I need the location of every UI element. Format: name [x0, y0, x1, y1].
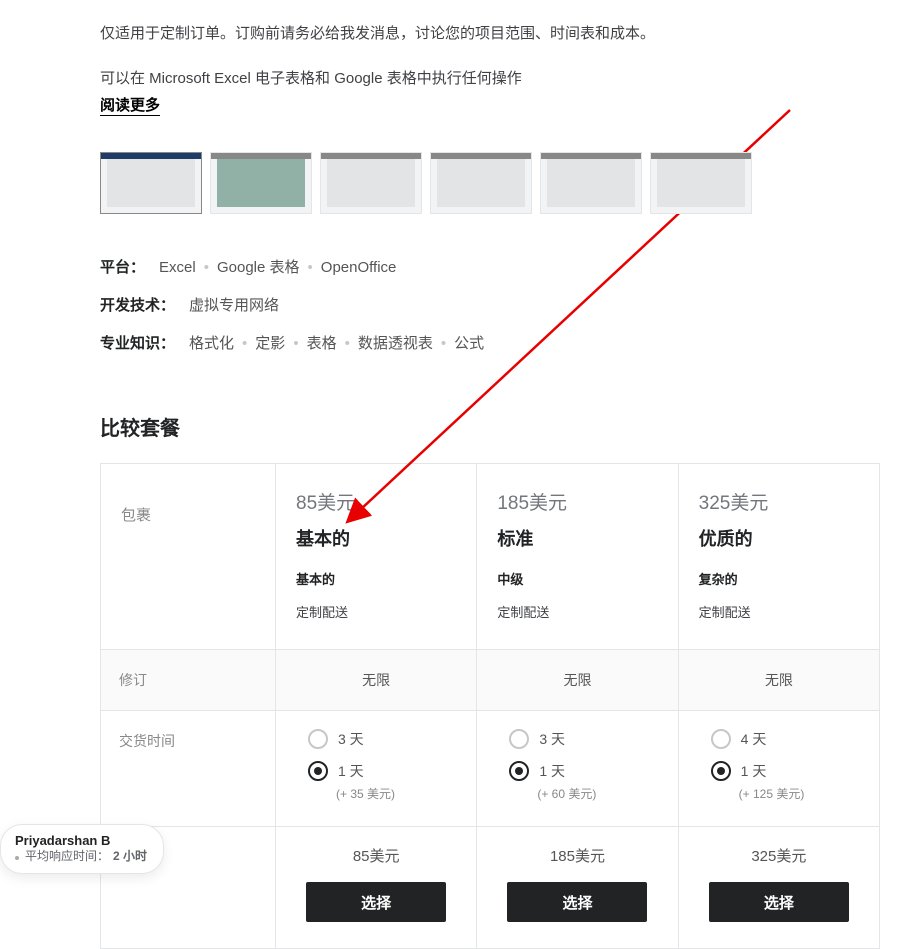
description-line-1: 仅适用于定制订单。订购前请务必给我发消息，讨论您的项目范围、时间表和成本。	[100, 20, 820, 47]
package-name: 标准	[497, 525, 657, 551]
delivery-option[interactable]: 4 天	[711, 729, 879, 749]
package-price: 325美元	[699, 488, 859, 515]
table-row-delivery: 交货时间 3 天 1 天 (+ 35 美元) 3 天 1 天 (+ 60 美元)…	[101, 711, 880, 827]
package-subtitle: 复杂的	[699, 569, 859, 588]
package-desc: 定制配送	[497, 602, 657, 621]
delivery-extra: (+ 35 美元)	[336, 785, 476, 802]
package-price: 185美元	[497, 488, 657, 515]
radio-icon	[711, 761, 731, 781]
table-footer-row: 85美元 选择 185美元 选择 325美元 选择	[101, 827, 880, 949]
select-button[interactable]: 选择	[306, 882, 446, 922]
delivery-extra: (+ 60 美元)	[537, 785, 677, 802]
footer-price: 85美元	[286, 845, 466, 866]
select-button[interactable]: 选择	[507, 882, 647, 922]
thumbnail-4[interactable]	[430, 152, 532, 214]
package-name: 优质的	[699, 525, 859, 551]
chip-sub-value: 2 小时	[113, 849, 147, 865]
seller-chip[interactable]: Priyadarshan B 平均响应时间： 2 小时	[0, 824, 164, 874]
delivery-option-label: 3 天	[539, 729, 565, 749]
platform-value-1: Excel	[159, 256, 196, 280]
delivery-option[interactable]: 1 天	[308, 761, 476, 781]
page-container: 仅适用于定制订单。订购前请务必给我发消息，讨论您的项目范围、时间表和成本。 可以…	[0, 20, 820, 949]
package-name: 基本的	[296, 525, 456, 551]
thumbnail-6[interactable]	[650, 152, 752, 214]
read-more-link[interactable]: 阅读更多	[100, 94, 160, 116]
chip-sub-label: 平均响应时间：	[25, 849, 109, 865]
thumbnail-2[interactable]	[210, 152, 312, 214]
footer-price: 325美元	[689, 845, 869, 866]
revision-value: 无限	[276, 650, 477, 711]
package-table: 包裹 85美元 基本的 基本的 定制配送 185美元 标准 中级 定制配送 32…	[100, 463, 880, 949]
radio-icon	[711, 729, 731, 749]
revision-value: 无限	[678, 650, 879, 711]
package-subtitle: 基本的	[296, 569, 456, 588]
package-col-basic: 85美元 基本的 基本的 定制配送	[276, 464, 477, 650]
table-header-row: 包裹 85美元 基本的 基本的 定制配送 185美元 标准 中级 定制配送 32…	[101, 464, 880, 650]
delivery-option-label: 3 天	[338, 729, 364, 749]
expertise-label: 专业知识：	[100, 332, 175, 356]
delivery-label: 交货时间	[101, 711, 276, 827]
seller-name: Priyadarshan B	[15, 833, 147, 850]
select-button[interactable]: 选择	[709, 882, 849, 922]
delivery-option-label: 1 天	[539, 761, 565, 781]
tech-label: 开发技术：	[100, 294, 175, 318]
radio-icon	[308, 761, 328, 781]
package-subtitle: 中级	[497, 569, 657, 588]
delivery-option[interactable]: 1 天	[711, 761, 879, 781]
delivery-option[interactable]: 3 天	[509, 729, 677, 749]
expertise-value-3: 表格	[307, 332, 337, 356]
package-price: 85美元	[296, 488, 456, 515]
expertise-value-2: 定影	[255, 332, 285, 356]
delivery-option-label: 1 天	[338, 761, 364, 781]
radio-icon	[509, 761, 529, 781]
delivery-option[interactable]: 1 天	[509, 761, 677, 781]
compare-title: 比较套餐	[100, 412, 820, 441]
meta-block: 平台： Excel• Google 表格• OpenOffice 开发技术： 虚…	[100, 256, 820, 356]
delivery-option-label: 4 天	[741, 729, 767, 749]
expertise-value-5: 公式	[454, 332, 484, 356]
package-desc: 定制配送	[699, 602, 859, 621]
description-line-2: 可以在 Microsoft Excel 电子表格和 Google 表格中执行任何…	[100, 65, 820, 92]
delivery-extra: (+ 125 美元)	[739, 785, 879, 802]
tech-value: 虚拟专用网络	[189, 294, 279, 318]
revision-label: 修订	[101, 650, 276, 711]
thumbnail-1[interactable]	[100, 152, 202, 214]
delivery-cell-basic: 3 天 1 天 (+ 35 美元)	[276, 711, 477, 827]
table-row-revision: 修订 无限 无限 无限	[101, 650, 880, 711]
radio-icon	[308, 729, 328, 749]
delivery-cell-standard: 3 天 1 天 (+ 60 美元)	[477, 711, 678, 827]
package-col-premium: 325美元 优质的 复杂的 定制配送	[678, 464, 879, 650]
package-desc: 定制配送	[296, 602, 456, 621]
delivery-option-label: 1 天	[741, 761, 767, 781]
revision-value: 无限	[477, 650, 678, 711]
package-header-label: 包裹	[101, 464, 276, 650]
delivery-cell-premium: 4 天 1 天 (+ 125 美元)	[678, 711, 879, 827]
thumbnail-row	[100, 152, 820, 214]
thumbnail-3[interactable]	[320, 152, 422, 214]
bullet-icon	[15, 856, 19, 860]
footer-price: 185美元	[487, 845, 667, 866]
radio-icon	[509, 729, 529, 749]
platform-value-3: OpenOffice	[321, 256, 397, 280]
platform-label: 平台：	[100, 256, 145, 280]
expertise-value-1: 格式化	[189, 332, 234, 356]
package-col-standard: 185美元 标准 中级 定制配送	[477, 464, 678, 650]
delivery-option[interactable]: 3 天	[308, 729, 476, 749]
expertise-value-4: 数据透视表	[358, 332, 433, 356]
thumbnail-5[interactable]	[540, 152, 642, 214]
platform-value-2: Google 表格	[217, 256, 300, 280]
